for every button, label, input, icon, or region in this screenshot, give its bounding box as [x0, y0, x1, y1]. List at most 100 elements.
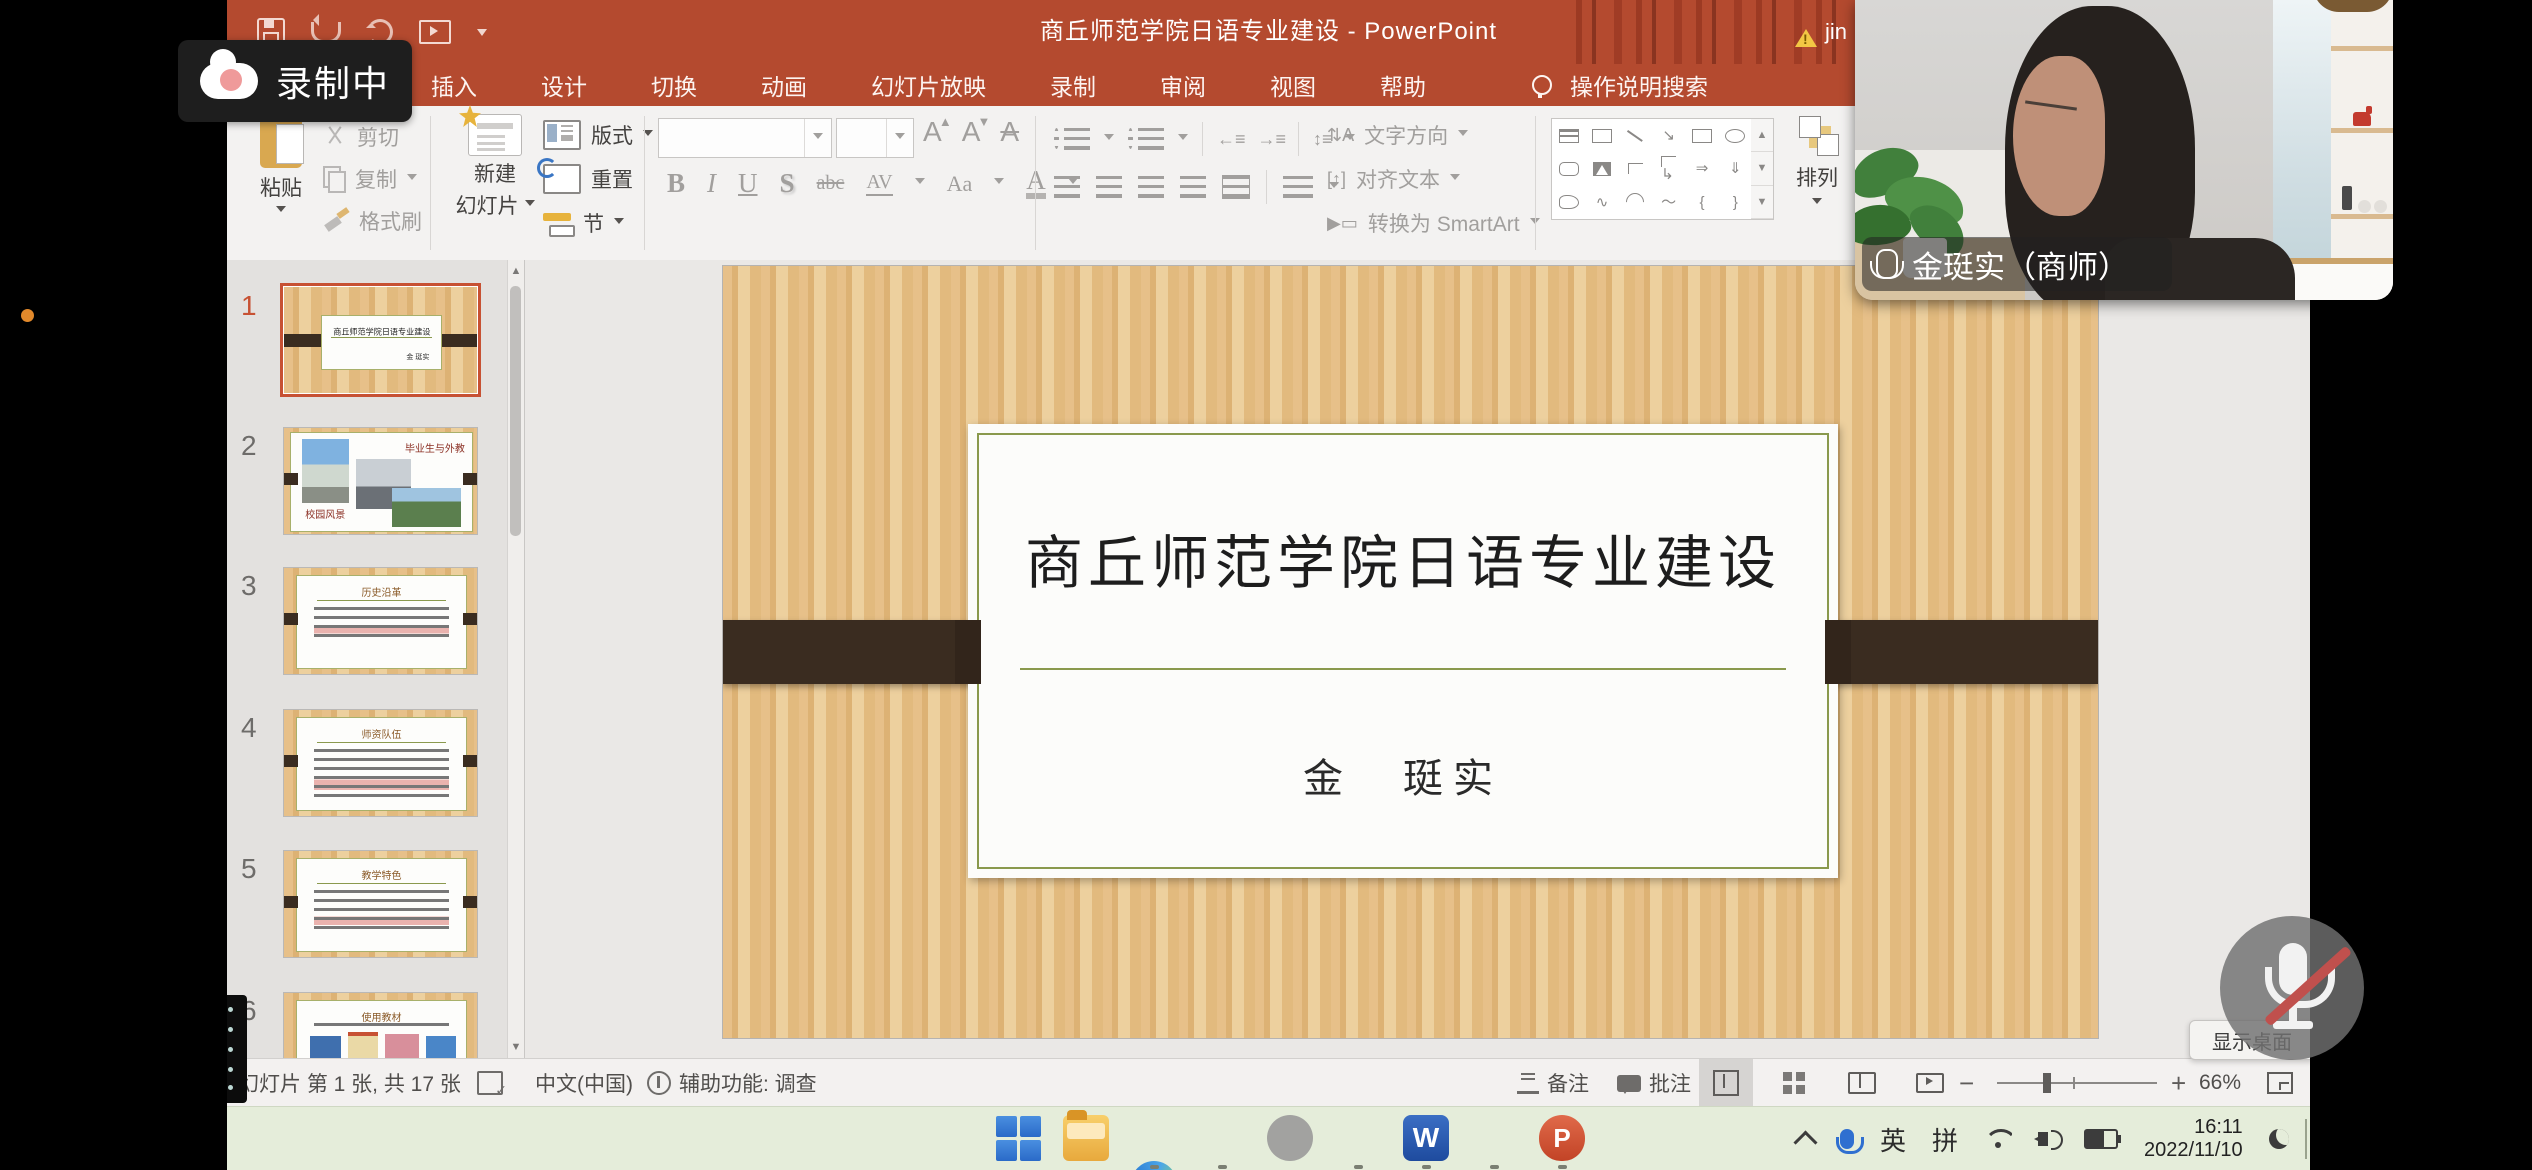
- tab-help[interactable]: 帮助: [1374, 68, 1432, 102]
- bullets-chevron-icon[interactable]: [1104, 134, 1114, 145]
- decrease-indent-button[interactable]: ←≡: [1217, 129, 1244, 150]
- start-button[interactable]: [995, 1115, 1043, 1163]
- spellcheck-status[interactable]: [477, 1059, 503, 1107]
- scroll-up-icon[interactable]: ▲: [508, 260, 524, 282]
- ime-pinyin-indicator[interactable]: 拼: [1932, 1121, 1958, 1158]
- section-button[interactable]: 节: [543, 208, 624, 238]
- copy-button[interactable]: 复制: [323, 164, 417, 194]
- text-direction-button[interactable]: ⇅A 文字方向: [1327, 120, 1468, 150]
- tab-design[interactable]: 设计: [535, 68, 593, 102]
- notes-button[interactable]: 备注: [1517, 1059, 1589, 1107]
- tab-record[interactable]: 录制: [1044, 68, 1102, 102]
- language-status[interactable]: 中文(中国): [535, 1059, 633, 1107]
- numbering-button[interactable]: [1138, 128, 1164, 150]
- columns-button[interactable]: [1283, 176, 1313, 198]
- grow-font-button[interactable]: A▲: [923, 116, 942, 148]
- case-chevron-icon[interactable]: [994, 178, 1004, 189]
- clear-formatting-button[interactable]: A: [1000, 116, 1019, 148]
- align-right-button[interactable]: [1138, 176, 1164, 198]
- zoom-percentage[interactable]: 66%: [2199, 1059, 2241, 1107]
- slide-thumbnail-5[interactable]: 教学特色: [284, 851, 477, 957]
- tell-me-search[interactable]: 操作说明搜索: [1532, 68, 1714, 102]
- slide-sorter-view-button[interactable]: [1767, 1059, 1821, 1107]
- cut-button[interactable]: 剪切: [323, 122, 399, 152]
- tray-overflow-chevron-icon[interactable]: [1793, 1130, 1817, 1154]
- zoom-slider[interactable]: [1997, 1059, 2157, 1107]
- slide-thumbnail-6[interactable]: 使用教材: [284, 993, 477, 1058]
- change-case-button[interactable]: Aa: [947, 171, 973, 197]
- align-left-button[interactable]: [1054, 176, 1080, 198]
- shape-gallery[interactable]: ↘ ↳ ⇒ ⇓ ∿ 〜 { }: [1551, 118, 1753, 220]
- distribute-button[interactable]: [1222, 175, 1250, 199]
- tab-insert[interactable]: 插入: [425, 68, 483, 102]
- align-center-button[interactable]: [1096, 176, 1122, 198]
- underline-button[interactable]: U: [738, 168, 758, 199]
- text-shadow-button[interactable]: S: [780, 168, 795, 199]
- increase-indent-button[interactable]: →≡: [1258, 129, 1285, 150]
- slide-thumbnail-4[interactable]: 师资队伍: [284, 710, 477, 816]
- thumbnail-scrollbar[interactable]: ▲ ▼: [507, 260, 524, 1058]
- mute-microphone-button[interactable]: [2220, 916, 2364, 1060]
- tab-slideshow[interactable]: 幻灯片放映: [865, 68, 992, 102]
- webcam-video-overlay[interactable]: 金珽实（商师）: [1855, 0, 2393, 300]
- battery-icon[interactable]: [2084, 1129, 2118, 1149]
- numbering-chevron-icon[interactable]: [1178, 134, 1188, 145]
- slide-author-text[interactable]: 金 珽实: [968, 746, 1838, 804]
- slide-thumbnail-2[interactable]: 毕业生与外教 校园风景: [284, 428, 477, 534]
- tab-view[interactable]: 视图: [1264, 68, 1322, 102]
- font-name-combobox[interactable]: [658, 118, 832, 158]
- bold-button[interactable]: B: [667, 168, 685, 199]
- app-icon-gray[interactable]: [1267, 1115, 1313, 1161]
- layout-button[interactable]: 版式: [543, 120, 653, 150]
- convert-smartart-button[interactable]: ▶▭ 转换为 SmartArt: [1327, 208, 1540, 238]
- slide-counter[interactable]: 幻灯片 第 1 张, 共 17 张: [238, 1059, 461, 1107]
- shrink-font-button[interactable]: A▼: [962, 116, 981, 148]
- tab-review[interactable]: 审阅: [1154, 68, 1212, 102]
- italic-button[interactable]: I: [707, 168, 716, 199]
- align-text-button[interactable]: [↕] 对齐文本: [1327, 164, 1460, 194]
- wifi-icon[interactable]: [1984, 1129, 2012, 1149]
- tab-animations[interactable]: 动画: [755, 68, 813, 102]
- spacing-chevron-icon[interactable]: [915, 178, 925, 189]
- slide-title-card[interactable]: 商丘师范学院日语专业建设 金 珽实: [968, 424, 1838, 878]
- tray-microphone-icon[interactable]: [1840, 1129, 1854, 1149]
- slide-canvas[interactable]: 商丘师范学院日语专业建设 金 珽实: [723, 266, 2098, 1038]
- slide-thumbnail-3[interactable]: 历史沿革: [284, 568, 477, 674]
- character-spacing-button[interactable]: AV: [866, 171, 892, 196]
- slideshow-view-button[interactable]: [1903, 1059, 1957, 1107]
- justify-button[interactable]: [1180, 176, 1206, 198]
- customize-qat-chevron-icon[interactable]: [477, 29, 487, 41]
- recording-badge[interactable]: 录制中: [178, 40, 412, 122]
- zoom-slider-thumb[interactable]: [2043, 1073, 2051, 1093]
- normal-view-button[interactable]: [1699, 1059, 1753, 1107]
- tab-transitions[interactable]: 切换: [645, 68, 703, 102]
- scroll-down-icon[interactable]: ▼: [508, 1036, 524, 1058]
- reset-button[interactable]: 重置: [543, 164, 633, 194]
- accessibility-status[interactable]: 辅助功能: 调查: [647, 1059, 817, 1107]
- word-icon[interactable]: W: [1403, 1115, 1449, 1161]
- bullets-button[interactable]: [1064, 128, 1090, 150]
- zoom-out-button[interactable]: −: [1959, 1059, 1974, 1107]
- powerpoint-icon[interactable]: P: [1539, 1115, 1585, 1161]
- taskbar-clock[interactable]: 16:11 2022/11/10: [2144, 1116, 2243, 1162]
- format-painter-button[interactable]: 格式刷: [323, 206, 422, 236]
- new-slide-button[interactable]: 新建 幻灯片: [452, 114, 538, 220]
- slide-title-text[interactable]: 商丘师范学院日语专业建设: [968, 516, 1838, 600]
- font-color-button[interactable]: A: [1026, 168, 1046, 198]
- zoom-in-button[interactable]: +: [2171, 1059, 2186, 1107]
- speaker-icon[interactable]: [2038, 1132, 2048, 1146]
- font-size-combobox[interactable]: [836, 118, 914, 158]
- reading-view-button[interactable]: [1835, 1059, 1889, 1107]
- paste-button[interactable]: 粘贴: [249, 116, 313, 217]
- scrollbar-thumb[interactable]: [510, 286, 521, 536]
- show-desktop-strip[interactable]: [2305, 1119, 2307, 1159]
- fit-to-window-button[interactable]: [2267, 1059, 2293, 1107]
- arrange-button[interactable]: 排列: [1787, 116, 1847, 209]
- slide-thumbnail-1[interactable]: 商丘师范学院日语专业建设 金 珽实: [284, 287, 477, 393]
- comments-button[interactable]: 批注: [1617, 1059, 1691, 1107]
- shape-gallery-scroll[interactable]: ▲ ▼ ▼: [1751, 118, 1774, 220]
- account-area[interactable]: jin: [1795, 0, 1847, 64]
- strikethrough-button[interactable]: abc: [817, 172, 845, 195]
- ime-language-indicator[interactable]: 英: [1880, 1121, 1906, 1158]
- file-explorer-icon[interactable]: [1063, 1115, 1109, 1161]
